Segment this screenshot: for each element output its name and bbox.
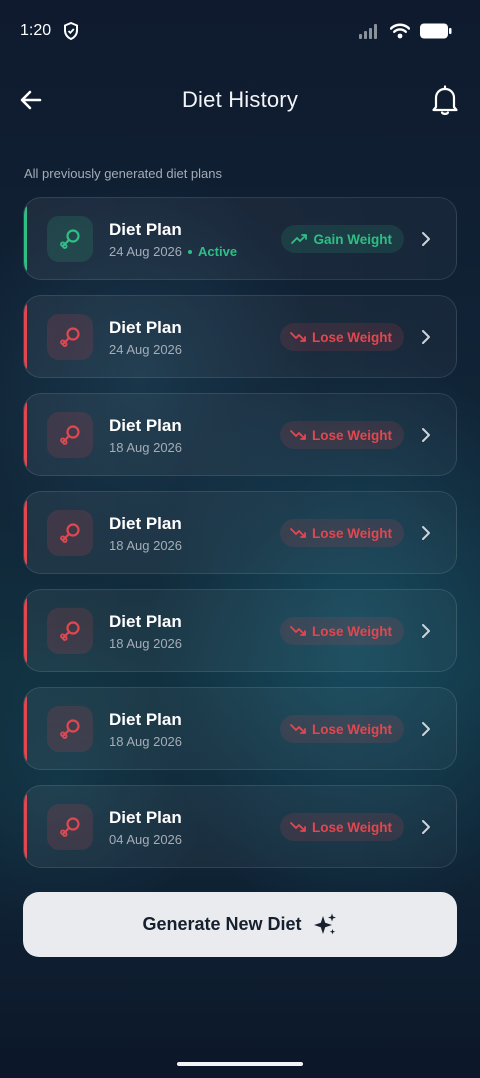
card-date: 18 Aug 2026 bbox=[109, 440, 183, 455]
diet-plan-card[interactable]: Diet Plan 18 Aug 2026 Lose Weight bbox=[23, 491, 457, 574]
drumstick-icon bbox=[47, 510, 93, 556]
diet-plan-card[interactable]: Diet Plan 18 Aug 2026 Lose Weight bbox=[23, 687, 457, 770]
goal-label: Gain Weight bbox=[313, 231, 392, 247]
drumstick-icon bbox=[47, 412, 93, 458]
card-meta: 24 Aug 2026 Active bbox=[109, 244, 237, 259]
card-text: Diet Plan 04 Aug 2026 bbox=[109, 808, 182, 847]
trend-down-icon bbox=[290, 724, 306, 734]
card-meta: 18 Aug 2026 bbox=[109, 636, 182, 651]
trend-down-icon bbox=[290, 822, 306, 832]
card-title: Diet Plan bbox=[109, 612, 182, 631]
card-meta: 18 Aug 2026 bbox=[109, 440, 182, 455]
goal-badge: Lose Weight bbox=[279, 323, 404, 351]
card-text: Diet Plan 24 Aug 2026 bbox=[109, 318, 182, 357]
drumstick-icon bbox=[47, 216, 93, 262]
chevron-right-icon bbox=[422, 428, 430, 442]
trend-up-icon bbox=[291, 234, 308, 244]
card-date: 24 Aug 2026 bbox=[109, 244, 183, 259]
card-date: 24 Aug 2026 bbox=[109, 342, 183, 357]
card-text: Diet Plan 18 Aug 2026 bbox=[109, 514, 182, 553]
chevron-right-icon bbox=[422, 232, 430, 246]
shield-icon bbox=[64, 22, 79, 40]
card-title: Diet Plan bbox=[109, 808, 182, 827]
diet-plan-card[interactable]: Diet Plan 04 Aug 2026 Lose Weight bbox=[23, 785, 457, 868]
list-subtitle: All previously generated diet plans bbox=[24, 166, 223, 181]
card-date: 04 Aug 2026 bbox=[109, 832, 183, 847]
card-text: Diet Plan 18 Aug 2026 bbox=[109, 612, 182, 651]
battery-icon bbox=[420, 23, 452, 39]
active-label: Active bbox=[198, 244, 238, 259]
diet-plan-card[interactable]: Diet Plan 18 Aug 2026 Lose Weight bbox=[23, 393, 457, 476]
goal-badge: Lose Weight bbox=[279, 617, 404, 645]
card-text: Diet Plan 18 Aug 2026 bbox=[109, 710, 182, 749]
card-text: Diet Plan 24 Aug 2026 Active bbox=[109, 220, 237, 259]
card-meta: 18 Aug 2026 bbox=[109, 538, 182, 553]
card-title: Diet Plan bbox=[109, 220, 182, 239]
card-meta: 18 Aug 2026 bbox=[109, 734, 182, 749]
back-arrow-icon[interactable] bbox=[18, 86, 46, 114]
card-date: 18 Aug 2026 bbox=[109, 734, 183, 749]
trend-down-icon bbox=[290, 430, 306, 440]
bell-icon[interactable] bbox=[430, 84, 460, 116]
drumstick-icon bbox=[47, 314, 93, 360]
goal-label: Lose Weight bbox=[311, 427, 392, 443]
trend-down-icon bbox=[290, 528, 306, 538]
goal-label: Lose Weight bbox=[311, 721, 392, 737]
chevron-right-icon bbox=[422, 820, 430, 834]
goal-badge: Lose Weight bbox=[279, 715, 404, 743]
diet-plan-card[interactable]: Diet Plan 24 Aug 2026 Active Gain Weight bbox=[23, 197, 457, 280]
goal-badge: Gain Weight bbox=[281, 225, 404, 253]
goal-badge: Lose Weight bbox=[279, 421, 404, 449]
signal-icon bbox=[359, 24, 377, 39]
status-time: 1:20 bbox=[20, 22, 52, 39]
chevron-right-icon bbox=[422, 526, 430, 540]
status-bar: 1:20 bbox=[0, 0, 480, 62]
diet-plan-card[interactable]: Diet Plan 18 Aug 2026 Lose Weight bbox=[23, 589, 457, 672]
page-title: Diet History bbox=[181, 87, 299, 112]
wifi-icon bbox=[390, 23, 410, 39]
sparkles-icon bbox=[313, 913, 336, 934]
header: Diet History bbox=[0, 70, 480, 130]
goal-label: Lose Weight bbox=[311, 819, 392, 835]
chevron-right-icon bbox=[422, 624, 430, 638]
card-title: Diet Plan bbox=[109, 416, 182, 435]
active-dot bbox=[188, 249, 193, 254]
drumstick-icon bbox=[47, 608, 93, 654]
goal-label: Lose Weight bbox=[311, 623, 392, 639]
home-indicator bbox=[177, 1062, 303, 1066]
trend-down-icon bbox=[290, 332, 306, 342]
chevron-right-icon bbox=[422, 330, 430, 344]
card-meta: 24 Aug 2026 bbox=[109, 342, 182, 357]
goal-label: Lose Weight bbox=[311, 525, 392, 541]
drumstick-icon bbox=[47, 706, 93, 752]
card-title: Diet Plan bbox=[109, 318, 182, 337]
drumstick-icon bbox=[47, 804, 93, 850]
card-text: Diet Plan 18 Aug 2026 bbox=[109, 416, 182, 455]
generate-button-label: Generate New Diet bbox=[142, 914, 302, 934]
card-meta: 04 Aug 2026 bbox=[109, 832, 182, 847]
goal-badge: Lose Weight bbox=[279, 813, 404, 841]
generate-new-diet-button[interactable]: Generate New Diet bbox=[23, 892, 457, 957]
goal-badge: Lose Weight bbox=[279, 519, 404, 547]
goal-label: Lose Weight bbox=[311, 329, 392, 345]
card-date: 18 Aug 2026 bbox=[109, 636, 183, 651]
card-title: Diet Plan bbox=[109, 514, 182, 533]
chevron-right-icon bbox=[422, 722, 430, 736]
diet-plan-list: Diet Plan 24 Aug 2026 Active Gain Weight bbox=[23, 197, 457, 883]
diet-plan-card[interactable]: Diet Plan 24 Aug 2026 Lose Weight bbox=[23, 295, 457, 378]
card-title: Diet Plan bbox=[109, 710, 182, 729]
trend-down-icon bbox=[290, 626, 306, 636]
card-date: 18 Aug 2026 bbox=[109, 538, 183, 553]
